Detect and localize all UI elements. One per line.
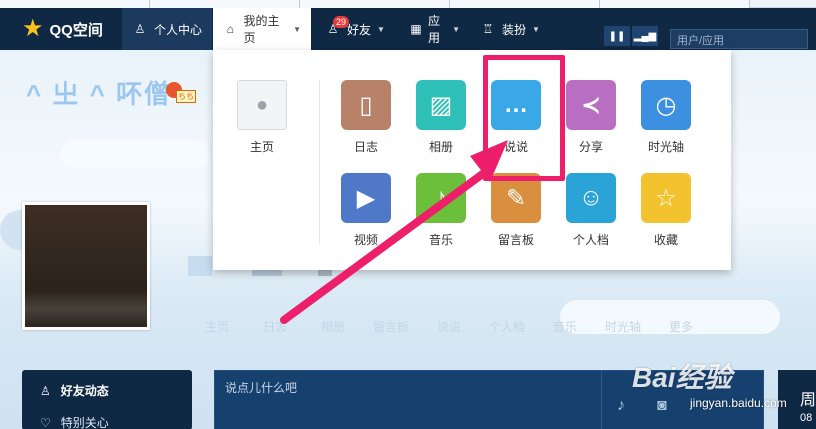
nav-friends-label: 好友	[347, 22, 372, 37]
notification-badge: 29	[333, 16, 350, 28]
app-label: 日志	[353, 140, 378, 154]
highlight-box	[483, 55, 565, 181]
app-item[interactable]: ▨ 相册	[414, 80, 468, 155]
star-logo-icon: ★	[22, 15, 44, 42]
nav-apps-label: 应用	[428, 14, 441, 45]
app-item[interactable]: ♪ 音乐	[414, 173, 468, 248]
nav-my-homepage[interactable]: ⌂ 我的主页 ▼	[213, 8, 311, 50]
pause-button[interactable]: ❚❚	[604, 26, 630, 46]
my-homepage-dropdown: ● 主页 ▯ 日志 ▨ 相册… 说说 ≺ 分享 ◷ 时光轴 ▶ 视频 ♪ 音乐 ✎ 留言板 ☺ 个人档 ☆ 收藏	[213, 50, 731, 270]
share-icon: ≺	[566, 80, 616, 130]
watermark-url: jingyan.baidu.com	[690, 396, 787, 410]
app-label: 分享	[578, 140, 603, 154]
timeline-icon: ◷	[641, 80, 691, 130]
person-icon: ♙	[134, 22, 146, 36]
app-label: 视频	[353, 233, 378, 247]
photo-icon: ▨	[416, 80, 466, 130]
background-cloud	[60, 140, 210, 168]
qzone-logo[interactable]: ★ QQ空间	[22, 16, 103, 42]
notebook-icon: ▯	[341, 80, 391, 130]
app-item[interactable]: ☆ 收藏	[639, 173, 693, 248]
left-sidebar: ♙ 好友动态 ♡ 特别关心	[22, 370, 192, 429]
watermark-brand: Bai经验	[632, 362, 732, 393]
browser-tab-strip	[0, 0, 816, 8]
right-panel-sub: 08	[800, 412, 813, 424]
user-silhouette-icon: ●	[237, 80, 287, 130]
profile-tab[interactable]: 留言板	[362, 318, 420, 335]
chevron-down-icon: ▼	[452, 24, 460, 34]
browser-tab[interactable]	[150, 0, 300, 8]
app-item[interactable]: ▯ 日志	[339, 80, 393, 155]
avatar[interactable]	[22, 202, 150, 330]
camera-icon[interactable]: ◙	[657, 397, 677, 417]
profile-tab[interactable]: 说说	[420, 318, 478, 335]
chevron-down-icon: ▼	[293, 24, 301, 34]
tshirt-icon: ♖	[482, 22, 494, 36]
house-icon: ⌂	[226, 22, 234, 36]
app-item[interactable]: ◷ 时光轴	[639, 80, 693, 155]
top-navigation-bar: ★ QQ空间 ♙ 个人中心 ⌂ 我的主页 ▼ ♙ 29 好友 ▼ ▦ 应用 ▼ …	[0, 8, 816, 50]
right-panel-title: 周	[800, 392, 816, 409]
browser-tab[interactable]	[300, 0, 450, 8]
browser-tab[interactable]	[600, 0, 750, 8]
dropdown-home-label: 主页	[249, 140, 274, 154]
divider	[601, 371, 602, 429]
friends-icon: ♙	[40, 383, 51, 398]
app-item[interactable]: ▶ 视频	[339, 173, 393, 248]
chevron-down-icon: ▼	[377, 24, 385, 34]
app-item[interactable]: ☺ 个人档	[564, 173, 618, 248]
nav-dress-up[interactable]: ♖ 装扮 ▼	[470, 8, 550, 50]
profile-tab[interactable]: 更多	[652, 318, 710, 335]
sidebar-item-label: 特别关心	[60, 416, 109, 429]
profile-tab-bar: 主页 日志 相册 留言板 说说 个人档 音乐 时光轴 更多	[188, 318, 710, 335]
nav-dress-label: 装扮	[502, 22, 527, 37]
app-label: 相册	[428, 140, 453, 154]
sidebar-item-label: 好友动态	[60, 384, 109, 398]
nav-friends[interactable]: ♙ 29 好友 ▼	[315, 8, 395, 50]
app-label: 音乐	[428, 233, 453, 247]
video-icon: ▶	[341, 173, 391, 223]
app-item[interactable]: ✎ 留言板	[489, 173, 543, 248]
chevron-down-icon: ▼	[532, 24, 540, 34]
browser-tab[interactable]	[0, 0, 150, 8]
logo-text: QQ空间	[49, 21, 103, 39]
signal-button[interactable]: ▂▄▆	[632, 26, 658, 46]
profile-tab[interactable]: 日志	[246, 318, 304, 335]
star-icon: ☆	[641, 173, 691, 223]
grid-icon: ▦	[410, 22, 422, 36]
profile-tab[interactable]: 主页	[188, 318, 246, 335]
profile-tab[interactable]: 个人档	[478, 318, 536, 335]
divider	[319, 80, 320, 244]
post-placeholder: 说点儿什么吧	[225, 381, 298, 395]
profile-nickname: ^ 㞢 ^ 吥僧	[26, 79, 173, 109]
profile-tab[interactable]: 音乐	[536, 318, 594, 335]
sidebar-item-friend-feed[interactable]: ♙ 好友动态	[40, 382, 109, 399]
app-label: 时光轴	[647, 140, 684, 154]
profile-tab[interactable]: 相册	[304, 318, 362, 335]
heart-icon: ♡	[40, 415, 51, 429]
sidebar-item-special-care[interactable]: ♡ 特别关心	[40, 414, 109, 429]
pause-icon: ❚❚	[608, 30, 626, 42]
music-icon[interactable]: ♪	[617, 397, 637, 417]
app-label: 留言板	[497, 233, 534, 247]
nav-personal-label: 个人中心	[154, 22, 203, 37]
profile-card-icon: ☺	[566, 173, 616, 223]
browser-tab[interactable]	[450, 0, 600, 8]
nav-home-label: 我的主页	[243, 14, 280, 45]
app-item[interactable]: ≺ 分享	[564, 80, 618, 155]
nav-apps[interactable]: ▦ 应用 ▼	[400, 8, 470, 50]
search-input[interactable]: 用户/应用	[670, 29, 808, 49]
nav-personal-center[interactable]: ♙ 个人中心	[122, 8, 212, 50]
signal-bars-icon: ▂▄▆	[633, 30, 657, 42]
blurred-text	[188, 256, 212, 276]
level-badge: ちち	[176, 90, 196, 103]
dropdown-home-item[interactable]: ● 主页	[237, 80, 287, 155]
profile-tab[interactable]: 时光轴	[594, 318, 652, 335]
app-label: 收藏	[653, 233, 678, 247]
app-label: 个人档	[572, 233, 609, 247]
music-icon: ♪	[416, 173, 466, 223]
